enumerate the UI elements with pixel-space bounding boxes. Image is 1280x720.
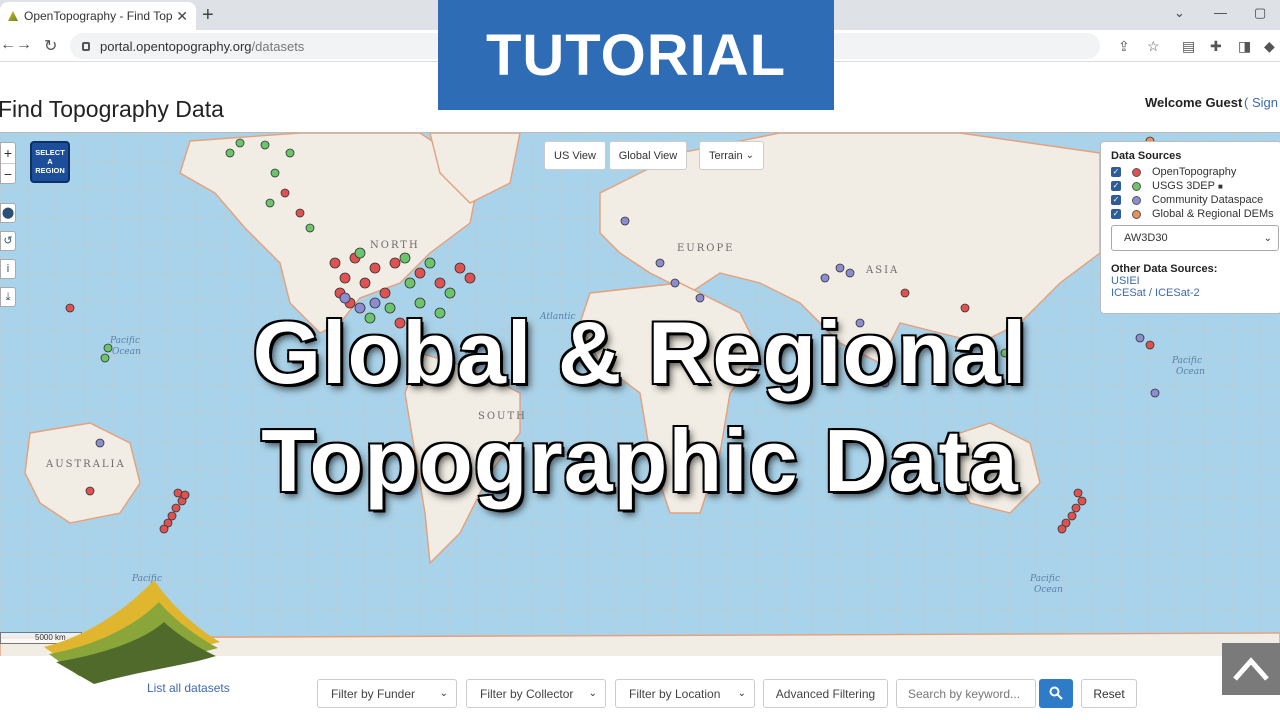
label-europe: EUROPE: [677, 243, 734, 254]
filter-collector-select[interactable]: Filter by Collector ⌄: [466, 679, 606, 708]
legend-row-global-dems[interactable]: ✓ Global & Regional DEMs: [1111, 207, 1280, 221]
page-title: Find Topography Data: [0, 96, 224, 122]
select-region-line3: REGION: [35, 166, 65, 175]
label-ocean-south-east: Ocean: [1034, 585, 1063, 595]
legend-label: OpenTopography: [1152, 166, 1237, 178]
dem-select[interactable]: AW3D30 ⌄: [1111, 225, 1279, 251]
maximize-icon[interactable]: ▢: [1254, 5, 1266, 21]
legend-title: Data Sources: [1111, 150, 1182, 162]
zoom-out-button[interactable]: −: [1, 163, 15, 183]
side-panel-icon[interactable]: ◨: [1238, 38, 1251, 55]
basemap-label: Terrain: [708, 149, 743, 162]
search-placeholder: Search by keyword...: [908, 686, 1021, 701]
label-north: NORTH: [370, 240, 420, 251]
headline-line1: Global & Regional: [252, 303, 1028, 402]
dem-select-value: AW3D30: [1124, 232, 1168, 244]
checkbox-checked-icon[interactable]: ✓: [1111, 181, 1121, 191]
sign-in-link[interactable]: ( Sign: [1244, 95, 1278, 110]
list-all-datasets-link[interactable]: List all datasets: [147, 681, 230, 695]
basemap-select[interactable]: Terrain ⌄: [699, 141, 764, 170]
legend-row-opentopography[interactable]: ✓ OpenTopography: [1111, 165, 1280, 179]
lock-icon: [82, 41, 90, 51]
usiei-link[interactable]: USIEI: [1111, 275, 1280, 287]
us-view-button[interactable]: US View: [544, 141, 606, 170]
checkbox-checked-icon[interactable]: ✓: [1111, 195, 1121, 205]
new-tab-icon[interactable]: +: [202, 4, 214, 27]
welcome-text: Welcome Guest: [1145, 95, 1243, 110]
filter-funder-label: Filter by Funder: [331, 686, 416, 701]
checkbox-checked-icon[interactable]: ✓: [1111, 167, 1121, 177]
forward-icon[interactable]: →: [16, 36, 32, 54]
chevron-down-icon: ⌄: [745, 150, 755, 161]
data-sources-legend: Data Sources ✓ OpenTopography ✓ USGS 3DE…: [1100, 141, 1280, 314]
profile-icon[interactable]: ◆: [1264, 38, 1275, 55]
keyword-search-input[interactable]: Search by keyword...: [896, 679, 1036, 708]
red-dot-icon: [1132, 167, 1141, 177]
headline-line2: Topographic Data: [261, 411, 1019, 510]
zoom-control: + −: [0, 142, 16, 184]
browser-tab[interactable]: OpenTopography - Find Topography Data ✕: [0, 2, 196, 30]
opentopography-logo-icon: [44, 580, 220, 684]
extensions-icon[interactable]: ✚: [1210, 38, 1222, 55]
url-host: portal.opentopography.org: [100, 38, 252, 54]
bookmark-star-icon[interactable]: ☆: [1147, 38, 1160, 55]
chevron-down-icon: ⌄: [737, 688, 746, 699]
chevron-down-icon: ⌄: [439, 688, 448, 699]
reset-label: Reset: [1093, 686, 1125, 701]
filter-location-label: Filter by Location: [629, 686, 721, 701]
icesat-link[interactable]: ICESat / ICESat-2: [1111, 287, 1280, 299]
chevron-down-icon: ⌄: [588, 688, 597, 699]
global-view-label: Global View: [618, 149, 678, 162]
checkbox-checked-icon[interactable]: ✓: [1111, 209, 1121, 219]
url-path: /datasets: [251, 38, 305, 54]
chevron-down-icon: ⌄: [1263, 232, 1272, 244]
minimize-icon[interactable]: —: [1214, 5, 1227, 20]
reset-button[interactable]: Reset: [1081, 679, 1137, 708]
other-sources-title: Other Data Sources:: [1111, 263, 1218, 275]
site-favicon-icon: [8, 11, 18, 21]
reading-list-icon[interactable]: ▤: [1182, 38, 1195, 55]
back-to-top-button[interactable]: [1222, 643, 1280, 695]
legend-row-usgs[interactable]: ✓ USGS 3DEP ■: [1111, 179, 1280, 193]
location-pin-icon[interactable]: ⬤: [0, 203, 16, 223]
legend-label: Global & Regional DEMs: [1152, 208, 1274, 220]
legend-row-community[interactable]: ✓ Community Dataspace: [1111, 193, 1280, 207]
reload-icon[interactable]: ↻: [44, 36, 57, 56]
select-region-line2: A: [47, 157, 53, 166]
tab-search-icon[interactable]: ⌄: [1174, 5, 1185, 21]
lock-icon: ■: [1218, 181, 1223, 191]
filter-collector-label: Filter by Collector: [480, 686, 574, 701]
select-region-button[interactable]: SELECT A REGION: [30, 141, 70, 183]
tab-title: OpenTopography - Find Topography Data: [24, 9, 173, 23]
filter-funder-select[interactable]: Filter by Funder ⌄: [317, 679, 457, 708]
advanced-filtering-label: Advanced Filtering: [775, 686, 876, 701]
zoom-in-button[interactable]: +: [1, 143, 15, 163]
purple-dot-icon: [1132, 195, 1141, 205]
close-tab-icon[interactable]: ✕: [176, 8, 188, 25]
search-button[interactable]: [1039, 679, 1073, 708]
tutorial-banner: TUTORIAL: [438, 0, 834, 110]
label-asia: ASIA: [865, 265, 899, 276]
select-region-line1: SELECT: [35, 148, 65, 157]
history-icon[interactable]: ↺: [0, 231, 16, 251]
advanced-filtering-button[interactable]: Advanced Filtering: [763, 679, 888, 708]
share-icon[interactable]: ⇪: [1118, 38, 1130, 55]
filter-location-select[interactable]: Filter by Location ⌄: [615, 679, 755, 708]
legend-label: USGS 3DEP: [1152, 180, 1215, 192]
chevron-up-icon: [1233, 657, 1269, 681]
label-pacific-south-east: Pacific: [1029, 574, 1060, 584]
search-icon: [1049, 686, 1063, 700]
orange-dot-icon: [1132, 209, 1141, 219]
global-view-button[interactable]: Global View: [609, 141, 687, 170]
legend-label: Community Dataspace: [1152, 194, 1264, 206]
back-icon[interactable]: ←: [0, 36, 16, 54]
us-view-label: US View: [554, 149, 596, 162]
info-icon[interactable]: i: [0, 259, 16, 279]
green-dot-icon: [1132, 181, 1141, 191]
